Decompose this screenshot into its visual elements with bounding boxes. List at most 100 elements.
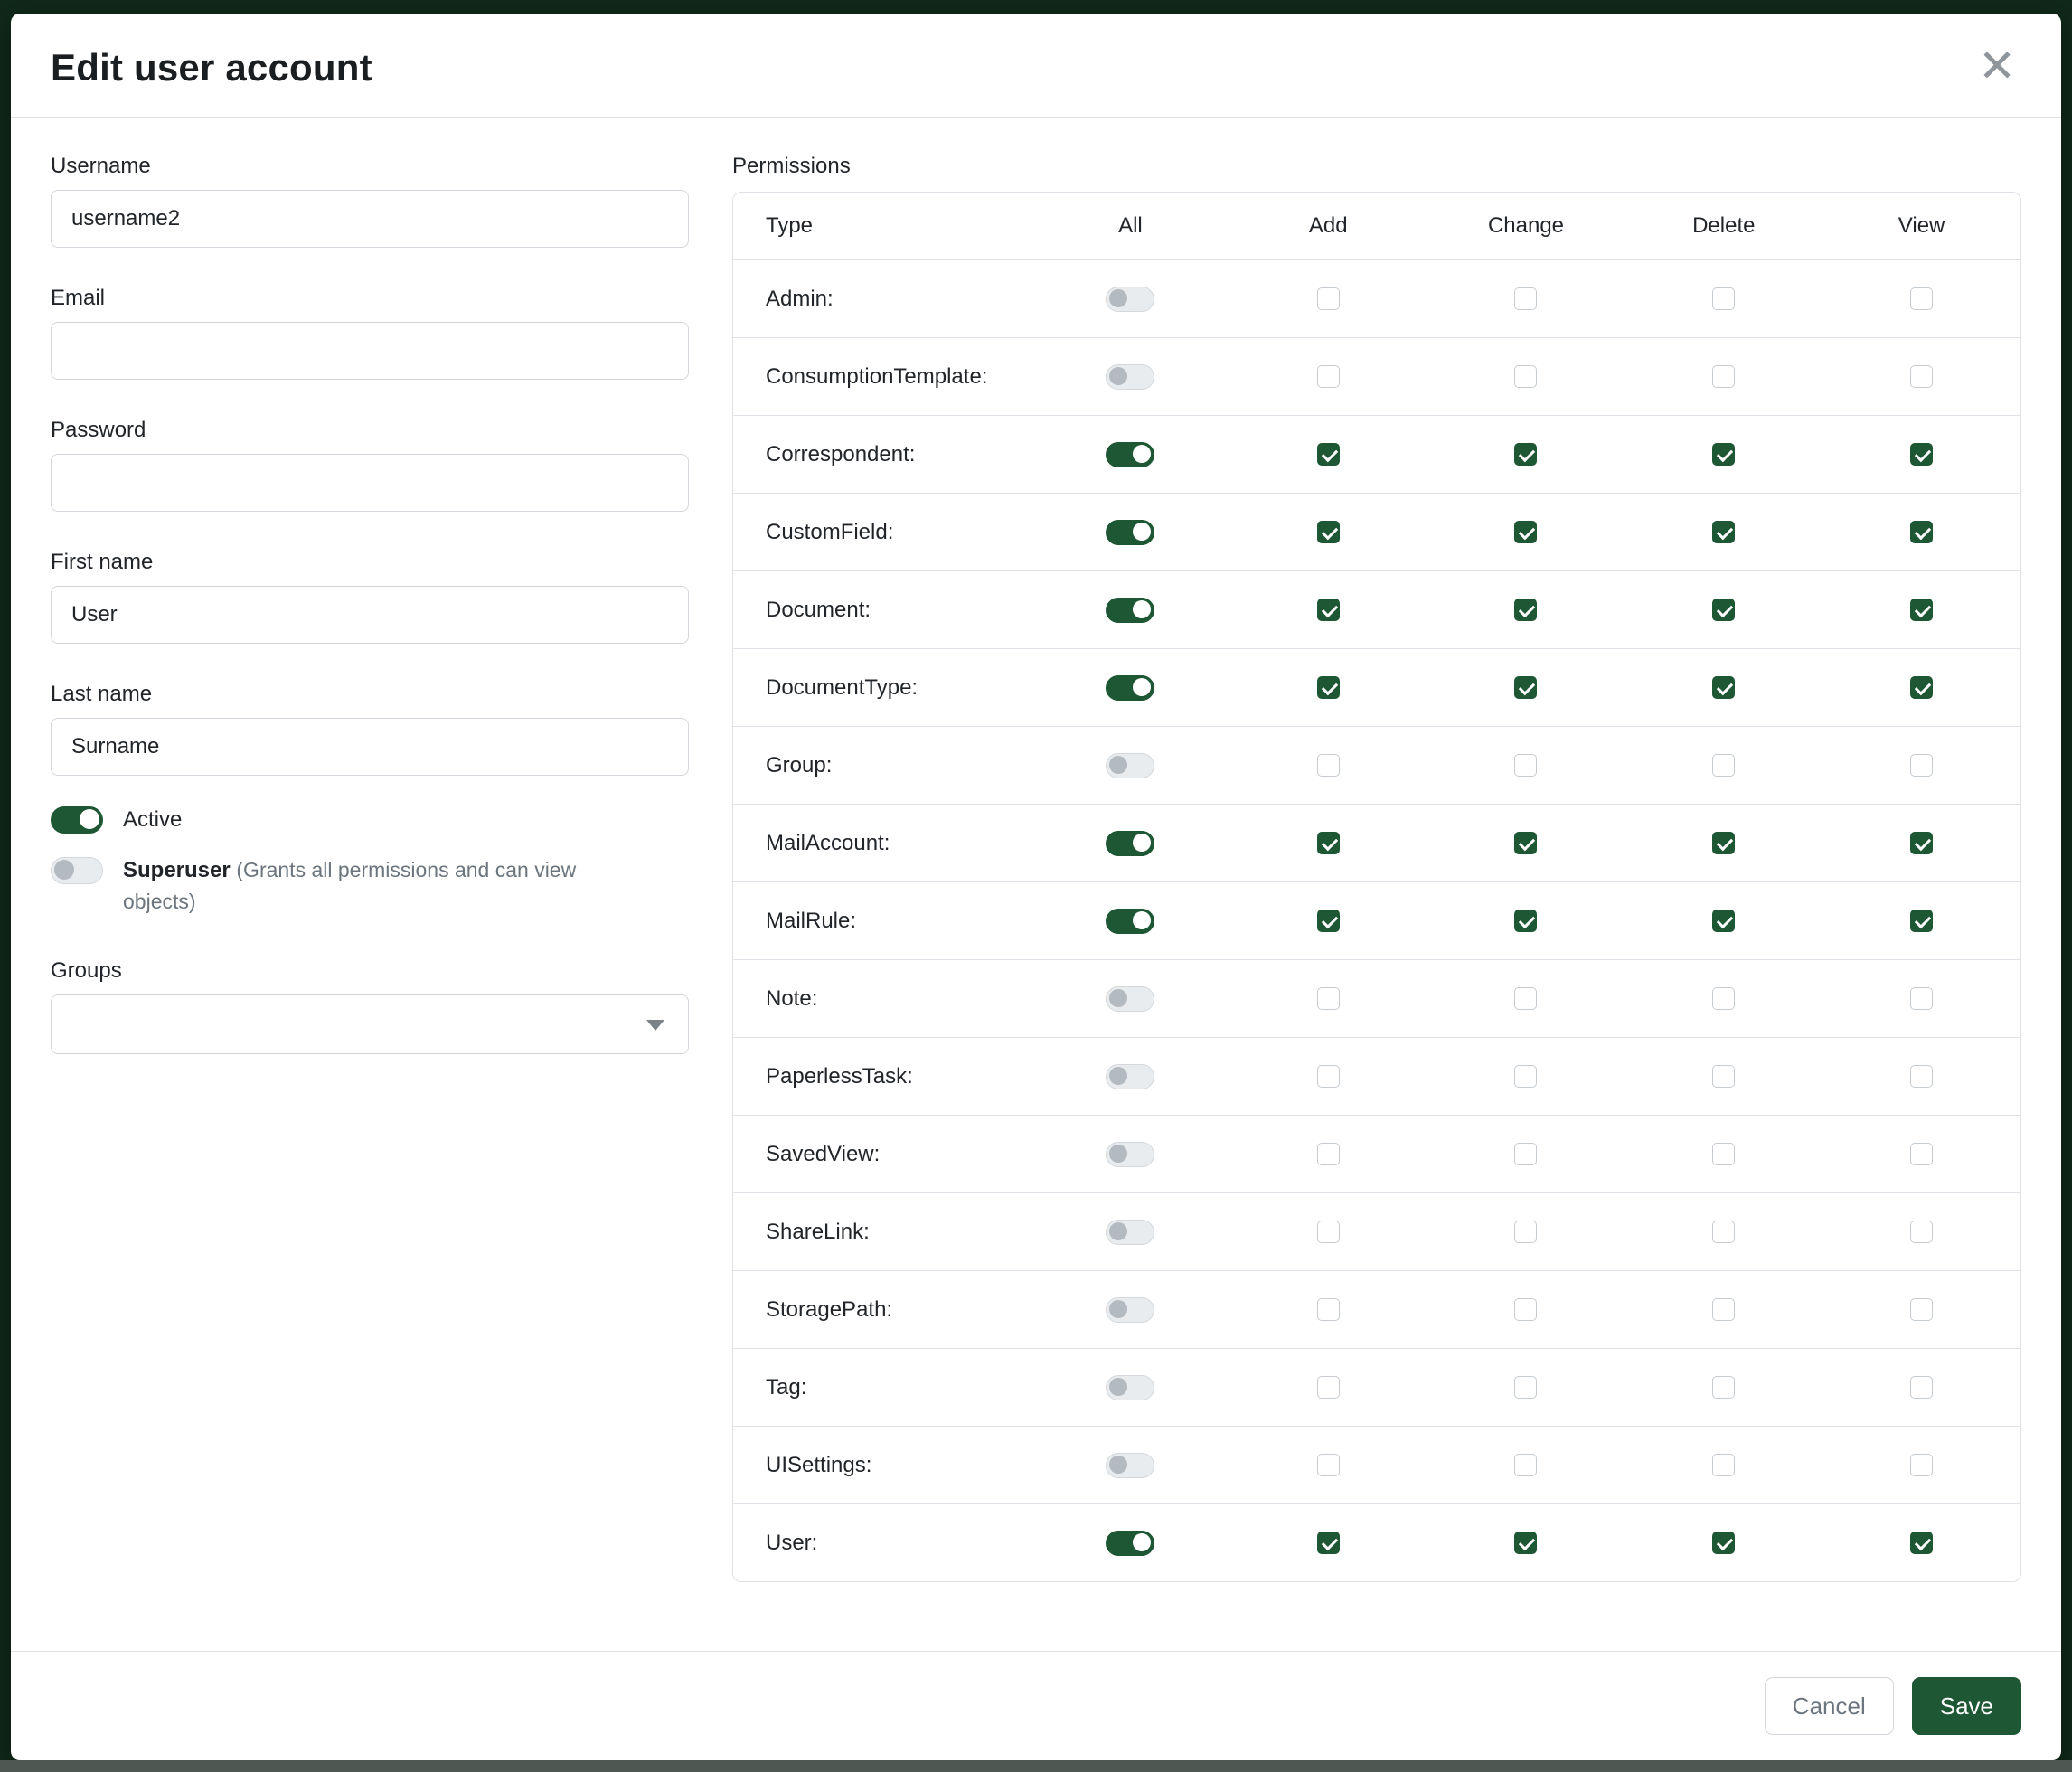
- permission-change-checkbox[interactable]: [1514, 599, 1537, 621]
- permission-add-checkbox[interactable]: [1317, 987, 1340, 1010]
- permission-change-checkbox[interactable]: [1514, 676, 1537, 699]
- permission-change-checkbox[interactable]: [1514, 910, 1537, 932]
- permission-view-checkbox[interactable]: [1910, 1143, 1933, 1165]
- first-name-field[interactable]: [51, 586, 689, 644]
- permission-change-checkbox[interactable]: [1514, 287, 1537, 310]
- permission-all-toggle[interactable]: [1106, 1297, 1154, 1323]
- permission-type-label: MailAccount:: [733, 831, 1031, 856]
- permission-add-checkbox[interactable]: [1317, 599, 1340, 621]
- permission-delete-checkbox[interactable]: [1712, 987, 1735, 1010]
- permission-view-checkbox[interactable]: [1910, 754, 1933, 777]
- permission-add-checkbox[interactable]: [1317, 443, 1340, 466]
- permission-add-checkbox[interactable]: [1317, 910, 1340, 932]
- permission-change-checkbox[interactable]: [1514, 987, 1537, 1010]
- permission-change-checkbox[interactable]: [1514, 1376, 1537, 1399]
- permission-all-toggle[interactable]: [1106, 1220, 1154, 1245]
- permission-type-label: ConsumptionTemplate:: [733, 364, 1031, 390]
- permission-view-checkbox[interactable]: [1910, 910, 1933, 932]
- permission-delete-checkbox[interactable]: [1712, 1454, 1735, 1476]
- permission-delete-checkbox[interactable]: [1712, 1532, 1735, 1554]
- superuser-toggle[interactable]: [51, 857, 103, 884]
- permission-all-toggle[interactable]: [1106, 986, 1154, 1012]
- permission-change-checkbox[interactable]: [1514, 1298, 1537, 1321]
- permission-delete-checkbox[interactable]: [1712, 832, 1735, 854]
- permission-delete-checkbox[interactable]: [1712, 1298, 1735, 1321]
- permission-view-checkbox[interactable]: [1910, 287, 1933, 310]
- permission-add-checkbox[interactable]: [1317, 754, 1340, 777]
- permission-delete-checkbox[interactable]: [1712, 1065, 1735, 1088]
- permission-all-cell: [1031, 1297, 1229, 1323]
- permission-add-checkbox[interactable]: [1317, 832, 1340, 854]
- permission-add-checkbox[interactable]: [1317, 1376, 1340, 1399]
- permission-delete-checkbox[interactable]: [1712, 1376, 1735, 1399]
- permission-view-checkbox[interactable]: [1910, 832, 1933, 854]
- permission-all-toggle[interactable]: [1106, 753, 1154, 778]
- permission-delete-checkbox[interactable]: [1712, 287, 1735, 310]
- permission-view-checkbox[interactable]: [1910, 676, 1933, 699]
- permission-change-checkbox[interactable]: [1514, 1221, 1537, 1243]
- permission-all-toggle[interactable]: [1106, 287, 1154, 312]
- permission-all-toggle[interactable]: [1106, 831, 1154, 856]
- permission-all-toggle[interactable]: [1106, 598, 1154, 623]
- cancel-button[interactable]: Cancel: [1765, 1677, 1894, 1735]
- permission-add-checkbox[interactable]: [1317, 365, 1340, 388]
- permission-view-checkbox[interactable]: [1910, 1298, 1933, 1321]
- permission-delete-checkbox[interactable]: [1712, 365, 1735, 388]
- permission-change-checkbox[interactable]: [1514, 1065, 1537, 1088]
- permission-view-checkbox[interactable]: [1910, 443, 1933, 466]
- permission-view-checkbox[interactable]: [1910, 1454, 1933, 1476]
- permission-delete-checkbox[interactable]: [1712, 754, 1735, 777]
- permission-view-checkbox[interactable]: [1910, 521, 1933, 543]
- permission-all-toggle[interactable]: [1106, 1531, 1154, 1556]
- permission-add-checkbox[interactable]: [1317, 1221, 1340, 1243]
- permission-view-checkbox[interactable]: [1910, 1376, 1933, 1399]
- permission-delete-checkbox[interactable]: [1712, 910, 1735, 932]
- permission-change-checkbox[interactable]: [1514, 1532, 1537, 1554]
- permission-delete-checkbox[interactable]: [1712, 599, 1735, 621]
- permission-add-checkbox[interactable]: [1317, 1143, 1340, 1165]
- permission-change-checkbox[interactable]: [1514, 1143, 1537, 1165]
- permission-delete-checkbox[interactable]: [1712, 676, 1735, 699]
- permission-add-checkbox[interactable]: [1317, 1298, 1340, 1321]
- last-name-field[interactable]: [51, 718, 689, 776]
- permission-change-checkbox[interactable]: [1514, 754, 1537, 777]
- permission-delete-checkbox[interactable]: [1712, 1221, 1735, 1243]
- permission-view-checkbox[interactable]: [1910, 599, 1933, 621]
- permission-all-toggle[interactable]: [1106, 909, 1154, 934]
- permission-all-toggle[interactable]: [1106, 364, 1154, 390]
- permission-view-checkbox[interactable]: [1910, 1065, 1933, 1088]
- permission-add-checkbox[interactable]: [1317, 1065, 1340, 1088]
- groups-select[interactable]: [51, 994, 689, 1054]
- active-toggle[interactable]: [51, 806, 103, 834]
- permission-add-checkbox[interactable]: [1317, 287, 1340, 310]
- permission-all-toggle[interactable]: [1106, 675, 1154, 701]
- permission-view-checkbox[interactable]: [1910, 1532, 1933, 1554]
- save-button[interactable]: Save: [1912, 1677, 2021, 1735]
- permission-change-checkbox[interactable]: [1514, 443, 1537, 466]
- permission-view-checkbox[interactable]: [1910, 987, 1933, 1010]
- permission-all-toggle[interactable]: [1106, 1453, 1154, 1478]
- permission-change-checkbox[interactable]: [1514, 521, 1537, 543]
- permission-delete-checkbox[interactable]: [1712, 443, 1735, 466]
- permission-view-checkbox[interactable]: [1910, 365, 1933, 388]
- permission-all-toggle[interactable]: [1106, 1375, 1154, 1400]
- permission-add-checkbox[interactable]: [1317, 521, 1340, 543]
- close-icon[interactable]: ✕: [1973, 46, 2021, 86]
- permission-change-checkbox[interactable]: [1514, 365, 1537, 388]
- permission-view-checkbox[interactable]: [1910, 1221, 1933, 1243]
- permission-add-checkbox[interactable]: [1317, 1454, 1340, 1476]
- permission-all-toggle[interactable]: [1106, 1064, 1154, 1089]
- permission-all-toggle[interactable]: [1106, 1142, 1154, 1167]
- email-field[interactable]: [51, 322, 689, 380]
- username-input[interactable]: [51, 190, 689, 248]
- permission-all-toggle[interactable]: [1106, 520, 1154, 545]
- permission-change-checkbox[interactable]: [1514, 1454, 1537, 1476]
- permission-all-toggle[interactable]: [1106, 442, 1154, 467]
- password-field[interactable]: [51, 454, 689, 512]
- permission-delete-checkbox[interactable]: [1712, 1143, 1735, 1165]
- permission-view-cell: [1822, 1065, 2020, 1088]
- permission-delete-checkbox[interactable]: [1712, 521, 1735, 543]
- permission-add-checkbox[interactable]: [1317, 676, 1340, 699]
- permission-change-checkbox[interactable]: [1514, 832, 1537, 854]
- permission-add-checkbox[interactable]: [1317, 1532, 1340, 1554]
